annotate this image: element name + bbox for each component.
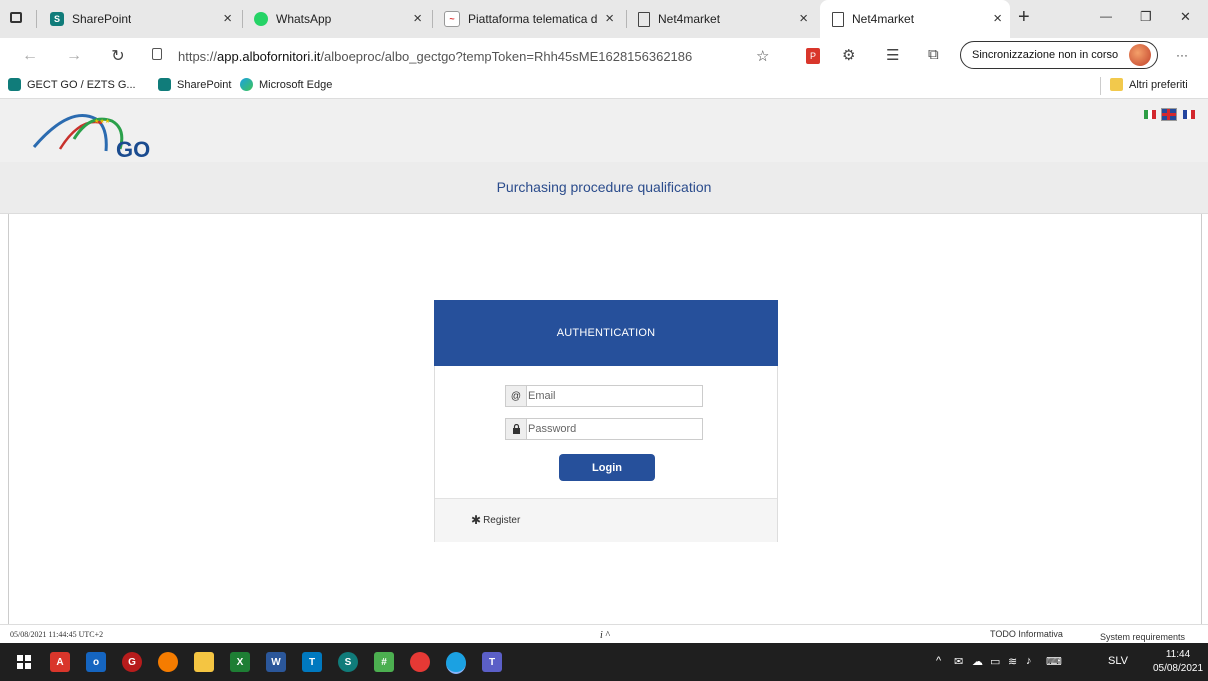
sharepoint-icon[interactable]: S [338, 652, 358, 672]
address-bar-row: ← → ↻ https://app.albofornitori.it/alboe… [0, 38, 1208, 74]
sync-status-button[interactable]: Sincronizzazione non in corso [960, 41, 1158, 69]
extensions-icon[interactable]: ⚙ [842, 46, 855, 64]
chrome-icon[interactable] [410, 652, 430, 672]
site-info-icon[interactable] [152, 48, 162, 60]
firefox-icon[interactable] [158, 652, 178, 672]
info-toggle[interactable]: i ^ [600, 630, 610, 641]
word-icon[interactable]: W [266, 652, 286, 672]
excel-icon[interactable]: X [230, 652, 250, 672]
tray-chevron-icon[interactable]: ^ [936, 655, 941, 667]
onedrive-tray-icon[interactable]: ☁ [972, 655, 983, 668]
tab-whatsapp[interactable]: WhatsApp × [254, 0, 430, 38]
file-explorer-icon[interactable] [194, 652, 214, 672]
other-favorites-folder[interactable]: Altri preferiti [1110, 78, 1188, 91]
windows-start-icon[interactable] [14, 652, 34, 672]
favorites-bar: GECT GO / EZTS G... SharePoint Microsoft… [0, 74, 1208, 99]
lang-flag-french[interactable] [1183, 110, 1195, 119]
close-tab-icon[interactable]: × [993, 11, 1002, 27]
page-icon [832, 11, 844, 27]
tab-actions-icon[interactable] [10, 12, 22, 23]
page-title: Purchasing procedure qualification [496, 179, 712, 195]
minimize-button[interactable]: — [1100, 9, 1112, 23]
sharepoint-icon [8, 78, 21, 91]
favorites-icon[interactable]: ☰ [886, 46, 899, 64]
keyboard-tray-icon[interactable]: ⌨ [1046, 655, 1062, 668]
lang-flag-italian[interactable] [1144, 110, 1156, 119]
authentication-header: AUTHENTICATION [434, 300, 778, 366]
edge-icon [240, 78, 253, 91]
todo-informativa-link[interactable]: TODO Informativa [990, 629, 1063, 639]
favorite-gect-go[interactable]: GECT GO / EZTS G... [8, 78, 136, 91]
svg-text:GO: GO [116, 137, 150, 161]
edge-icon[interactable] [446, 652, 466, 674]
folder-icon [1110, 78, 1123, 91]
browser-tab-strip: S SharePoint × WhatsApp × ~ Piattaforma … [0, 0, 1208, 38]
server-datestamp: 05/08/2021 11:44:45 UTC+2 [10, 630, 104, 639]
extension-p-icon[interactable]: P [806, 48, 820, 64]
collections-icon[interactable]: ⧉ [928, 46, 939, 63]
password-field[interactable] [505, 418, 703, 440]
back-button[interactable]: ← [18, 44, 42, 68]
lock-icon [506, 419, 527, 439]
close-tab-icon[interactable]: × [413, 11, 422, 27]
favorite-sharepoint[interactable]: SharePoint [158, 78, 231, 91]
page-icon [638, 11, 650, 27]
tab-sharepoint[interactable]: S SharePoint × [50, 0, 240, 38]
url-text[interactable]: https://app.albofornitori.it/alboeproc/a… [178, 49, 692, 64]
tab-separator [626, 10, 627, 28]
close-tab-icon[interactable]: × [605, 11, 614, 27]
favorite-microsoft-edge[interactable]: Microsoft Edge [240, 78, 332, 91]
system-requirements-link[interactable]: System requirements [1100, 632, 1185, 642]
email-field[interactable]: @ [505, 385, 703, 407]
svg-text:★★★: ★★★ [94, 118, 110, 125]
close-window-button[interactable]: ✕ [1180, 9, 1191, 25]
mail-tray-icon[interactable]: ✉ [954, 655, 963, 668]
outlook-icon[interactable]: o [86, 652, 106, 672]
whatsapp-icon [254, 12, 268, 26]
refresh-button[interactable]: ↻ [106, 44, 130, 68]
calculator-icon[interactable]: # [374, 652, 394, 672]
at-sign-icon: @ [506, 386, 527, 406]
close-tab-icon[interactable]: × [799, 11, 808, 27]
settings-more-button[interactable]: ··· [1176, 48, 1188, 62]
tab-separator [36, 10, 37, 28]
favorites-divider [1100, 77, 1101, 95]
sharepoint-icon [158, 78, 171, 91]
tab-net4market-1[interactable]: Net4market × [638, 0, 816, 38]
new-tab-button[interactable]: + [1018, 6, 1030, 29]
favorite-star-icon[interactable]: ☆ [756, 47, 769, 65]
restore-button[interactable]: ❐ [1140, 9, 1152, 25]
email-input[interactable] [528, 387, 698, 405]
input-language[interactable]: SLV [1108, 655, 1128, 667]
gear-icon: ✱ [471, 513, 482, 527]
profile-avatar [1129, 44, 1151, 66]
tab-net4market-active[interactable]: Net4market × [820, 0, 1010, 38]
battery-tray-icon[interactable]: ▭ [990, 655, 1000, 668]
tab-separator [242, 10, 243, 28]
close-tab-icon[interactable]: × [223, 11, 232, 27]
tab-separator [432, 10, 433, 28]
tab-piattaforma[interactable]: ~ Piattaforma telematica di × [444, 0, 622, 38]
gimp-icon[interactable]: G [122, 652, 142, 672]
teams-icon[interactable]: T [482, 652, 502, 672]
acrobat-icon[interactable]: A [50, 652, 70, 672]
forward-button[interactable]: → [62, 44, 86, 68]
system-clock[interactable]: 11:44 05/08/2021 [1150, 648, 1206, 676]
password-input[interactable] [528, 420, 698, 438]
sharepoint-icon: S [50, 12, 64, 26]
login-button[interactable]: Login [559, 454, 655, 481]
trello-icon[interactable]: T [302, 652, 322, 672]
lang-flag-english[interactable] [1161, 108, 1177, 121]
wifi-tray-icon[interactable]: ≋ [1008, 655, 1017, 668]
register-link[interactable]: ✱ Register [471, 513, 520, 527]
piattaforma-icon: ~ [444, 11, 460, 27]
go-logo[interactable]: ★★★ GO [30, 109, 170, 161]
volume-tray-icon[interactable]: ♪ [1026, 655, 1032, 667]
site-header: ★★★ GO [0, 99, 1208, 162]
